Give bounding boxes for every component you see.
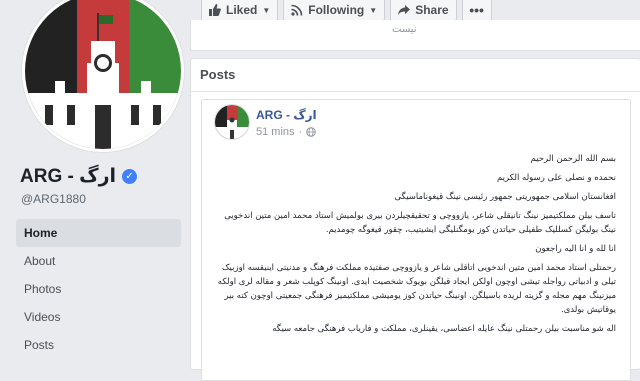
dot-separator: · [298, 126, 303, 138]
post-timestamp[interactable]: 51 mins [256, 126, 295, 138]
post-line: انا لله و انا الیه راجعون [535, 244, 616, 254]
posts-section: Posts ARG - ارگ 51 mins · بسم الله الرحم… [190, 58, 640, 381]
post-author-avatar[interactable] [214, 104, 250, 140]
page-name[interactable]: ARG - ارگ ✓ [20, 165, 138, 188]
more-options-button[interactable]: ••• [461, 0, 492, 21]
post-line: افغانستان اسلامی جمهوریتی جمهور رئیسی نی… [394, 192, 616, 202]
previous-card-text: نیست [392, 24, 417, 35]
rss-feed-icon [291, 4, 303, 16]
liked-button[interactable]: Liked ▼ [201, 0, 279, 21]
post-author-name[interactable]: ARG - ارگ [256, 108, 317, 122]
post-body: بسم الله الرحمن الرحیم نحمده و نصلی علی … [214, 152, 616, 341]
thumbs-up-icon [209, 4, 221, 16]
arg-palace-logo [25, 0, 181, 149]
share-arrow-icon [398, 5, 411, 15]
page-action-bar: Liked ▼ Following ▼ Share ••• [190, 0, 640, 21]
globe-icon [306, 127, 317, 137]
divider [191, 91, 640, 92]
chevron-down-icon: ▼ [369, 5, 378, 15]
post-meta: 51 mins · [256, 126, 317, 138]
chevron-down-icon: ▼ [262, 5, 271, 15]
post-line: بسم الله الرحمن الرحیم [530, 154, 616, 164]
page-handle: @ARG1880 [21, 192, 86, 206]
previous-card: نیست [190, 20, 640, 51]
post-line: رحمتلی استاد محمد امین متین اندخویی اتاق… [217, 263, 616, 315]
following-label: Following [308, 3, 365, 17]
verified-badge-icon: ✓ [122, 169, 138, 184]
nav-item-photos[interactable]: Photos [16, 275, 181, 303]
following-button[interactable]: Following ▼ [283, 0, 386, 21]
posts-heading: Posts [200, 67, 236, 82]
nav-item-about[interactable]: About [16, 247, 181, 275]
page-name-text: ARG - ارگ [20, 166, 117, 187]
post-line: نحمده و نصلی علی رسوله الکریم [496, 173, 616, 183]
share-label: Share [415, 3, 449, 17]
share-button[interactable]: Share [390, 0, 457, 21]
nav-item-home[interactable]: Home [16, 219, 181, 247]
nav-item-posts[interactable]: Posts [16, 331, 181, 359]
profile-picture[interactable] [22, 0, 184, 152]
nav-item-videos[interactable]: Videos [16, 303, 181, 331]
side-nav: Home About Photos Videos Posts [16, 219, 181, 359]
arg-palace-logo [215, 105, 249, 139]
post-line: تاسف بیلن مملکتیمیز نینگ تانیقلی شاعر، ی… [224, 211, 616, 235]
post-card: ARG - ارگ 51 mins · بسم الله الرحمن الرح… [201, 99, 631, 381]
liked-label: Liked [226, 3, 258, 17]
post-line: اله شو مناسبت بیلن رحمتلی نینگ عایله اعض… [272, 324, 616, 334]
